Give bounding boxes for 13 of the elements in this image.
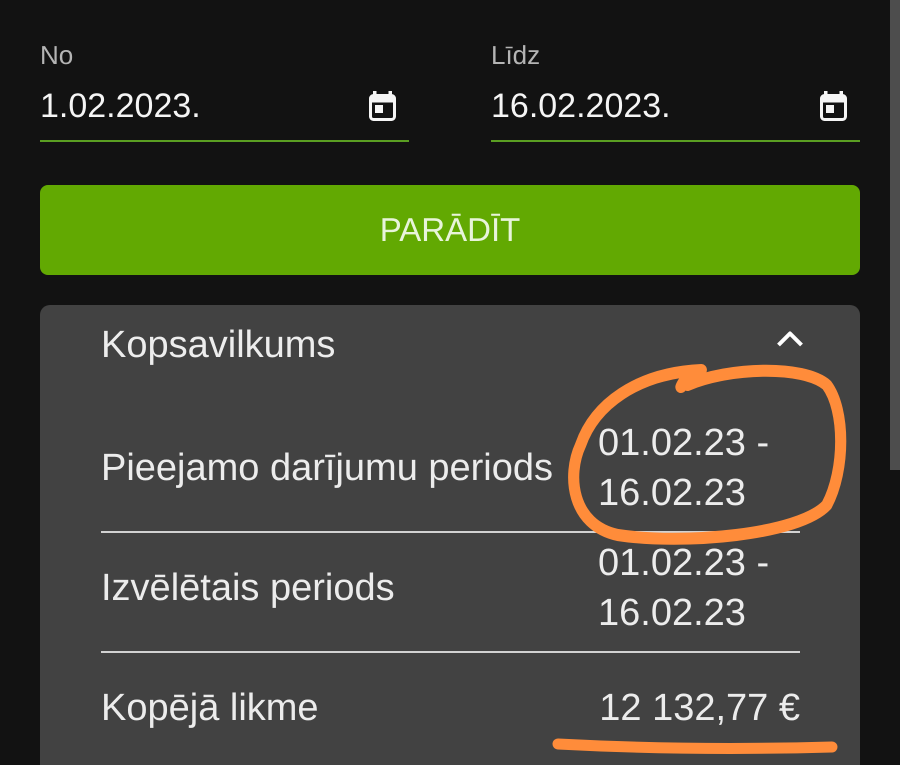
summary-value: 01.02.23 - 16.02.23 xyxy=(598,541,770,636)
chevron-up-icon[interactable] xyxy=(776,330,804,347)
calendar-icon[interactable] xyxy=(369,91,396,121)
summary-label: Izvēlētais periods xyxy=(101,566,395,611)
summary-value: 12 132,77 € xyxy=(599,686,800,731)
summary-value: 01.02.23 - 16.02.23 xyxy=(598,421,770,516)
card-title: Kopsavilkums xyxy=(101,323,336,368)
date-field[interactable]: No 1.02.2023. xyxy=(40,40,409,142)
date-field[interactable]: Līdz 16.02.2023. xyxy=(491,40,860,142)
summary-label: Pieejamo darījumu periods xyxy=(101,446,554,491)
summary-label: Kopējā likme xyxy=(101,686,319,731)
scrollbar[interactable] xyxy=(890,0,900,470)
calendar-icon[interactable] xyxy=(820,91,847,121)
